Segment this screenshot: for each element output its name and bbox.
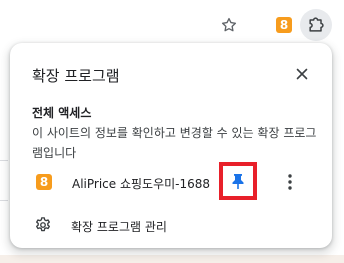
pin-button[interactable] [219,162,257,200]
full-access-description: 이 사이트의 정보를 확인하고 변경할 수 있는 확장 프로그램입니다 [32,126,317,160]
more-vert-icon [288,174,292,190]
browser-toolbar: 8 [0,0,344,48]
manage-extensions-item[interactable]: 확장 프로그램 관리 [10,213,332,237]
extension-item[interactable]: 8 AliPrice 쇼핑도우미-1688 [10,162,332,200]
aliprice-toolbar-button[interactable]: 8 [268,9,300,41]
pin-icon [232,174,244,189]
close-icon [296,68,308,80]
manage-extensions-label[interactable]: 확장 프로그램 관리 [71,218,167,235]
page-divider [0,200,8,201]
puzzle-icon [309,17,324,32]
full-access-heading: 전체 액세스 [32,106,92,120]
extension-badge-icon: 8 [276,17,292,33]
page-divider [0,160,8,161]
extension-name[interactable]: AliPrice 쇼핑도우미-1688 [72,175,210,192]
settings-gear-icon [34,216,52,238]
aliprice-badge: 8 [36,174,52,190]
extension-more-button[interactable] [278,170,302,194]
aliprice-icon: 8 [36,174,52,190]
close-button[interactable] [292,64,312,84]
extensions-popup: 확장 프로그램 전체 액세스 이 사이트의 정보를 확인하고 변경할 수 있는 … [10,43,332,248]
page-footer-strip [0,255,344,263]
star-icon [221,17,237,32]
popup-title: 확장 프로그램 [32,67,120,85]
extensions-menu-button[interactable] [300,9,332,41]
bookmark-star-button[interactable] [213,9,245,41]
